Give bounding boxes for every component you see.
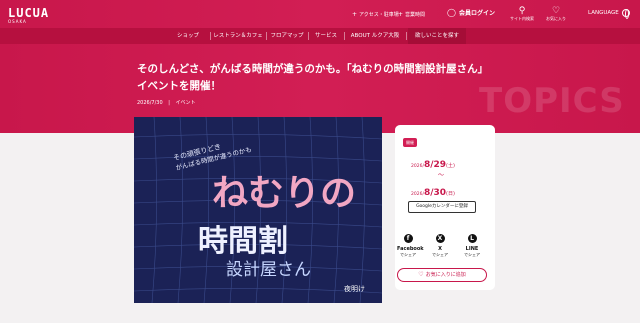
share-facebook-label: でシェア	[400, 252, 416, 257]
event-start-date: 2026/8/29(土)	[411, 152, 455, 171]
add-favorite-label: お気に入りに追加	[425, 272, 466, 278]
poster-lead-text: その頑張りどき がんばる時間が違うのかも	[172, 143, 252, 172]
topics-watermark: TOPICS	[479, 81, 625, 121]
page: LUCUA OSAKA + アクセス・駐車場 + 営業時間 ◯ 会員ログイン ⚲ サ…	[0, 0, 640, 323]
end-dow: (日)	[446, 191, 455, 197]
share-x[interactable]: X X でシェア	[429, 234, 451, 257]
site-search-label: サイト内検索	[510, 16, 534, 21]
nav-item-shop[interactable]: ショップ	[166, 28, 210, 44]
share-line[interactable]: L LINE でシェア	[461, 234, 483, 257]
favorites-button[interactable]: ♡ お気に入り	[541, 6, 571, 22]
event-poster-image: その頑張りどき がんばる時間が違うのかも ねむりの 時間割 設計屋さん 夜明け	[134, 117, 382, 303]
article-date: 2026/7/30	[137, 100, 163, 106]
login-label: 会員ログイン	[458, 10, 495, 17]
nav-item-floormap[interactable]: フロアマップ	[266, 28, 308, 44]
search-icon: ⚲	[518, 6, 526, 16]
share-facebook[interactable]: f Facebook でシェア	[397, 234, 424, 257]
start-dow: (土)	[446, 163, 455, 169]
article-meta: 2026/7/30 | イベント	[137, 99, 196, 106]
favorites-label: お気に入り	[546, 16, 566, 21]
google-calendar-button[interactable]: Googleカレンダーに登録	[408, 201, 476, 213]
poster-title-small: 設計屋さん	[226, 260, 311, 280]
add-favorite-button[interactable]: ♡ お気に入りに追加	[397, 268, 487, 282]
share-x-label: でシェア	[432, 252, 448, 257]
heart-icon: ♡	[551, 6, 561, 16]
plus-icon: +	[352, 11, 358, 18]
article-category[interactable]: イベント	[176, 100, 196, 106]
language-label: LANGUAGE	[588, 10, 619, 16]
date-range-tilde: 〜	[438, 172, 445, 179]
line-icon: L	[467, 234, 477, 243]
x-icon: X	[435, 234, 445, 243]
poster-stamp: 夜明け	[344, 284, 365, 293]
meta-separator: |	[168, 100, 170, 106]
event-end-date: 2026/8/30(日)	[411, 180, 455, 199]
facebook-icon: f	[403, 234, 413, 243]
logo-text: LUCUA	[8, 6, 50, 20]
global-nav: ショップ レストラン＆カフェ フロアマップ サービス ABOUT ルクア大阪 欲…	[0, 28, 640, 44]
end-monthday: 8/30	[423, 188, 447, 198]
logo[interactable]: LUCUA OSAKA	[8, 6, 49, 24]
hours-link[interactable]: + 営業時間	[398, 11, 425, 18]
plus-icon: +	[398, 11, 404, 18]
nav-item-find[interactable]: 欲しいことを探す	[408, 28, 466, 44]
site-search-button[interactable]: ⚲ サイト内検索	[507, 6, 537, 22]
nav-item-about[interactable]: ABOUT ルクア大阪	[344, 28, 406, 44]
user-icon: ◯	[447, 8, 456, 17]
nav-item-restaurant[interactable]: レストラン＆カフェ	[210, 28, 266, 44]
event-badge: 開催	[403, 138, 417, 147]
access-label: アクセス・駐車場	[359, 12, 399, 18]
access-link[interactable]: + アクセス・駐車場	[352, 11, 399, 18]
share-line-label: でシェア	[464, 252, 480, 257]
header: LUCUA OSAKA + アクセス・駐車場 + 営業時間 ◯ 会員ログイン ⚲ サ…	[0, 0, 640, 133]
page-title: そのしんどさ、がんばる時間が違うのかも。「ねむりの時間割設計屋さん」イベントを開…	[137, 63, 489, 92]
globe-icon	[621, 9, 630, 19]
start-year: 2026/	[411, 164, 424, 169]
start-monthday: 8/29	[423, 160, 447, 170]
nav-divider	[406, 32, 407, 40]
poster-artwork: その頑張りどき がんばる時間が違うのかも ねむりの 時間割 設計屋さん 夜明け	[134, 117, 382, 303]
login-link[interactable]: ◯ 会員ログイン	[447, 8, 495, 17]
end-year: 2026/	[411, 192, 424, 197]
poster-title-mid: 時間割	[198, 224, 288, 259]
hours-label: 営業時間	[405, 12, 426, 18]
language-selector[interactable]: LANGUAGE	[588, 9, 630, 19]
heart-icon: ♡	[418, 271, 424, 278]
poster-title-big: ねむりの	[212, 172, 356, 214]
nav-item-service[interactable]: サービス	[308, 28, 344, 44]
